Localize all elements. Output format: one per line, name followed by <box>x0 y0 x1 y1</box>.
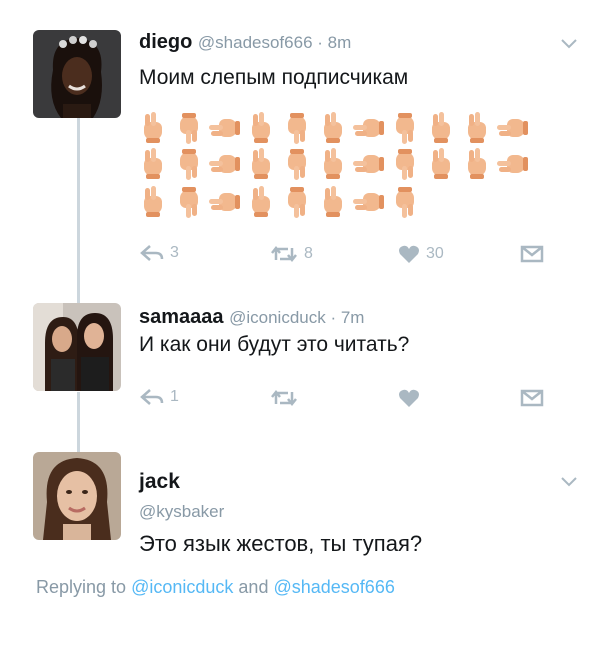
hand-gesture-emoji <box>353 113 385 143</box>
reply-count: 3 <box>170 244 179 261</box>
thread-line <box>77 118 80 303</box>
reply-count: 1 <box>170 388 179 405</box>
reply-button[interactable]: 3 <box>140 244 179 262</box>
replying-and: and <box>238 577 269 597</box>
direct-message-icon <box>520 389 544 407</box>
hand-gesture-emoji <box>138 148 168 180</box>
hand-gesture-emoji <box>282 112 312 144</box>
dm-button[interactable] <box>520 244 544 264</box>
emoji-row <box>138 112 528 144</box>
hand-gesture-emoji <box>390 112 420 144</box>
hand-gesture-emoji <box>209 149 241 179</box>
hand-gesture-emoji <box>318 112 348 144</box>
dm-button[interactable] <box>520 388 544 408</box>
replying-prefix: Replying to <box>36 577 127 597</box>
timestamp[interactable]: 8m <box>328 33 352 52</box>
tweet-text: Моим слепым подписчикам <box>139 66 409 89</box>
hand-gesture-emoji <box>138 112 168 144</box>
hand-gesture-emoji <box>282 186 312 218</box>
direct-message-icon <box>520 245 544 263</box>
hand-gesture-emoji <box>390 186 420 218</box>
emoji-row <box>138 148 528 180</box>
tweet-header: diego @shadesof666 · 8m <box>139 31 351 54</box>
chevron-down-icon[interactable] <box>560 476 578 488</box>
user-handle-line: @kysbaker <box>139 500 224 523</box>
separator: · <box>325 308 341 327</box>
hand-gesture-emoji <box>462 148 492 180</box>
hand-gesture-emoji <box>246 186 276 218</box>
hand-gesture-emoji <box>318 148 348 180</box>
hand-gesture-emoji <box>390 148 420 180</box>
heart-icon <box>399 245 419 263</box>
reply-icon <box>140 389 164 405</box>
reply-icon <box>140 245 164 261</box>
thread-line <box>77 392 80 452</box>
display-name[interactable]: samaaaa <box>139 306 224 328</box>
mention-link[interactable]: @iconicduck <box>131 577 233 597</box>
heart-icon <box>399 389 419 407</box>
hand-gesture-emoji <box>318 186 348 218</box>
user-handle[interactable]: @kysbaker <box>139 502 224 521</box>
hand-gesture-emoji <box>174 112 204 144</box>
chevron-down-icon[interactable] <box>560 38 578 50</box>
tweet-actions: 1 <box>140 388 560 416</box>
user-handle[interactable]: @shadesof666 <box>198 33 313 52</box>
hand-gesture-emoji <box>426 112 456 144</box>
tweet-text: И как они будут это читать? <box>139 333 410 356</box>
retweet-icon <box>271 389 297 407</box>
hand-gesture-emoji <box>353 149 385 179</box>
reply-button[interactable]: 1 <box>140 388 179 406</box>
hand-gesture-emoji <box>282 148 312 180</box>
avatar[interactable] <box>33 452 121 540</box>
hand-gesture-emoji <box>497 113 529 143</box>
hand-gesture-emoji <box>497 149 529 179</box>
hand-gesture-emoji <box>174 148 204 180</box>
display-name[interactable]: diego <box>139 31 192 53</box>
hand-gesture-emoji <box>246 112 276 144</box>
retweet-icon <box>271 245 297 263</box>
tweet-header: jack <box>139 470 180 494</box>
avatar[interactable] <box>33 303 121 391</box>
timestamp[interactable]: 7m <box>341 308 365 327</box>
hand-gesture-emoji <box>174 186 204 218</box>
replying-to: Replying to @iconicduck and @shadesof666 <box>36 577 395 598</box>
mention-link[interactable]: @shadesof666 <box>273 577 394 597</box>
hand-gesture-emoji <box>462 112 492 144</box>
hand-gesture-emoji <box>209 187 241 217</box>
like-count: 30 <box>426 245 444 262</box>
retweet-button[interactable] <box>270 388 304 408</box>
tweet-actions: 3 8 30 <box>140 244 560 272</box>
retweet-count: 8 <box>304 245 313 262</box>
tweet-header: samaaaa @iconicduck · 7m <box>139 306 364 329</box>
hand-gesture-emoji <box>246 148 276 180</box>
separator: · <box>312 33 328 52</box>
hand-gesture-emoji <box>426 148 456 180</box>
retweet-button[interactable]: 8 <box>270 244 313 264</box>
like-button[interactable]: 30 <box>398 244 444 264</box>
emoji-row <box>138 186 420 218</box>
hand-gesture-emoji <box>138 186 168 218</box>
tweet-text: Это язык жестов, ты тупая? <box>139 531 423 556</box>
hand-gesture-emoji <box>353 187 385 217</box>
like-button[interactable] <box>398 388 426 408</box>
hand-gesture-emoji <box>209 113 241 143</box>
user-handle[interactable]: @iconicduck <box>229 308 326 327</box>
display-name[interactable]: jack <box>139 470 180 493</box>
avatar[interactable] <box>33 30 121 118</box>
